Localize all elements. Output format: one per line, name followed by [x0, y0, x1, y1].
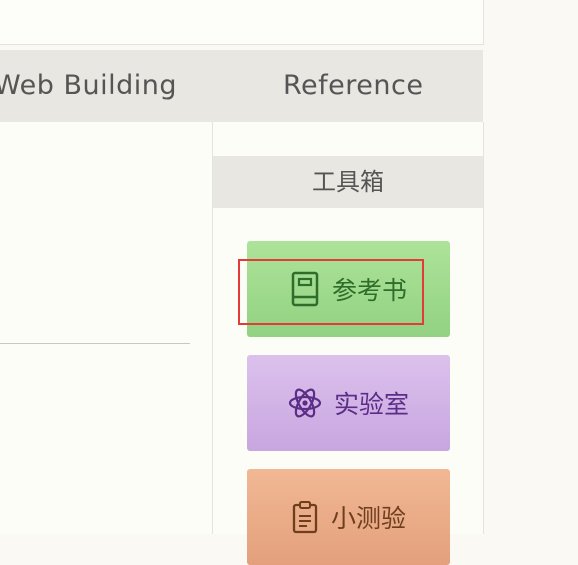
nav-tab-web-building[interactable]: Web Building: [0, 50, 177, 122]
main-nav-bar: Web Building Reference: [0, 50, 483, 122]
page-background-right: [483, 0, 578, 534]
top-header-strip: [0, 0, 484, 45]
quiz-label: 小测验: [330, 504, 406, 533]
clipboard-icon: [291, 500, 319, 534]
reference-book-label: 参考书: [331, 276, 407, 305]
toolbox-panel: 工具箱 参考书 实验室 小测验: [212, 122, 484, 565]
atom-icon: [288, 386, 322, 420]
reference-book-button[interactable]: 参考书: [247, 241, 450, 337]
quiz-button[interactable]: 小测验: [247, 469, 450, 565]
toolbox-title: 工具箱: [213, 156, 483, 208]
book-icon: [290, 271, 320, 307]
lab-label: 实验室: [333, 390, 409, 419]
lab-button[interactable]: 实验室: [247, 355, 450, 451]
main-content-area: [0, 122, 212, 534]
nav-tab-reference[interactable]: Reference: [283, 50, 423, 122]
content-divider: [0, 343, 190, 344]
